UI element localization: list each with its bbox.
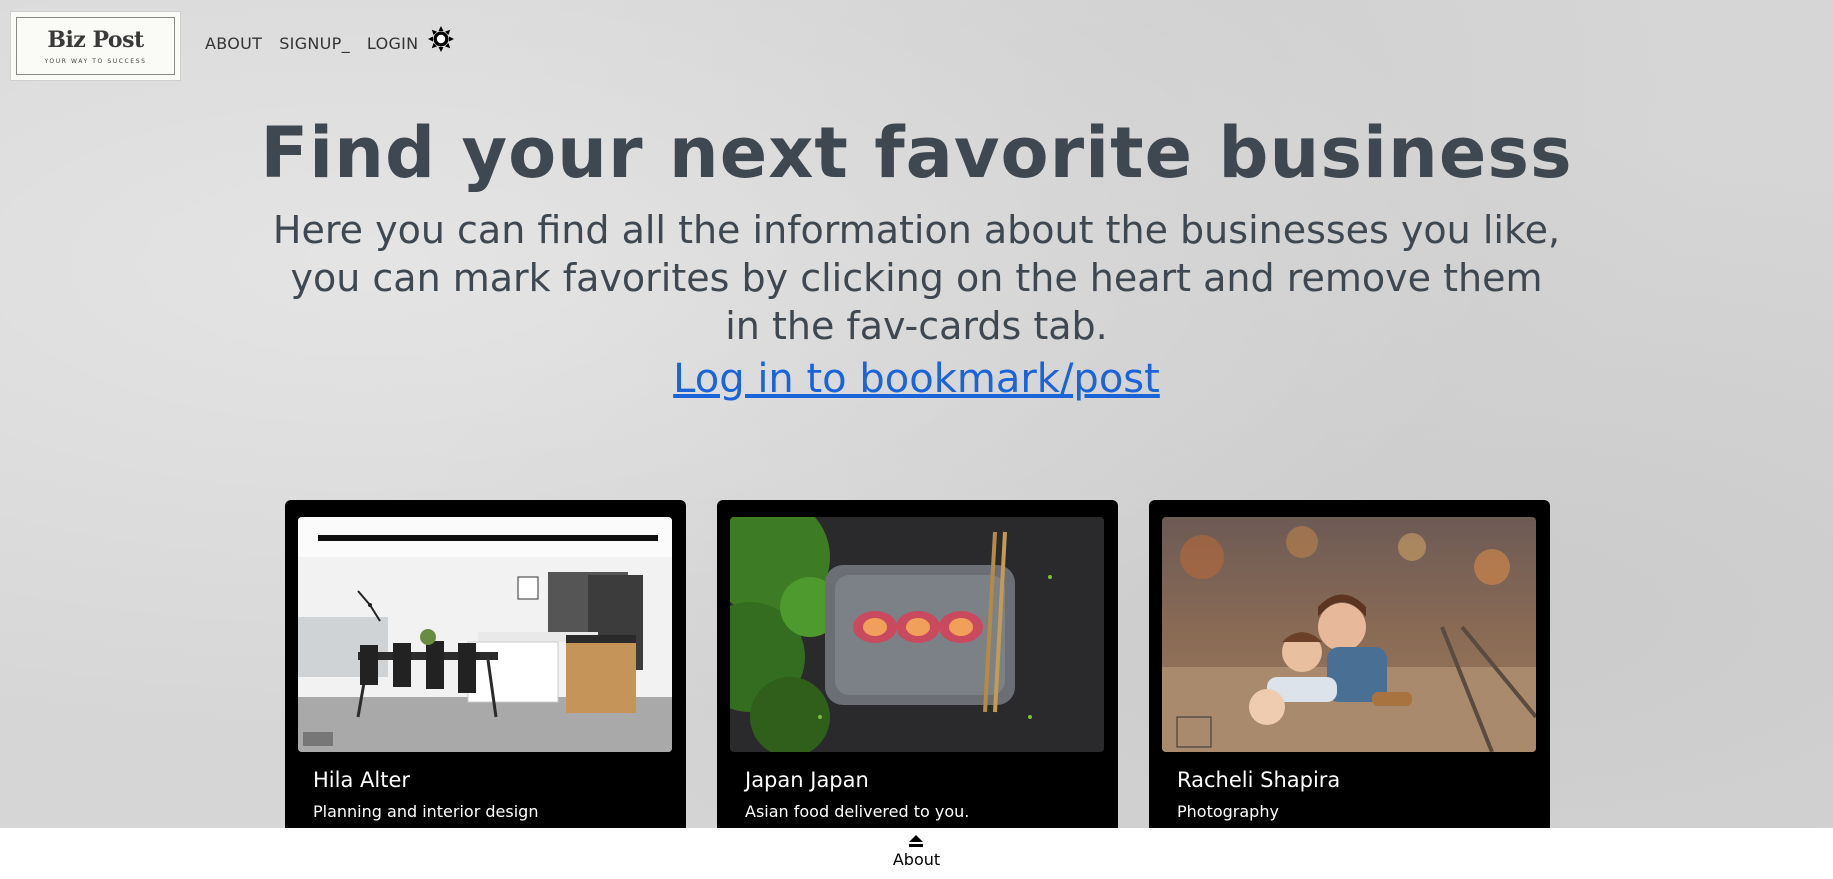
card-title: Hila Alter <box>313 768 410 792</box>
card-title: Japan Japan <box>745 768 869 792</box>
footer-about-link[interactable]: About <box>0 850 1833 869</box>
business-card[interactable]: Racheli Shapira Photography <box>1149 500 1550 840</box>
hero-title: Find your next favorite business <box>260 112 1573 194</box>
nav-link-about[interactable]: ABOUT <box>205 34 262 53</box>
card-subtitle: Asian food delivered to you. <box>745 802 970 821</box>
brand-logo[interactable]: Biz Post YOUR WAY TO SUCCESS <box>10 11 181 81</box>
card-subtitle: Planning and interior design <box>313 802 539 821</box>
navbar: Biz Post YOUR WAY TO SUCCESS ABOUT SIGNU… <box>0 0 1833 90</box>
logo-tagline: YOUR WAY TO SUCCESS <box>44 58 147 65</box>
hero-description: Here you can find all the information ab… <box>272 208 1561 348</box>
eject-icon <box>909 835 923 847</box>
card-image-kitchen <box>298 517 672 752</box>
card-image-sushi <box>730 517 1104 752</box>
footer: About <box>0 828 1833 879</box>
hero-link-container: Log in to bookmark/post <box>0 356 1833 402</box>
login-to-bookmark-link[interactable]: Log in to bookmark/post <box>673 356 1160 402</box>
nav-links: ABOUT SIGNUP_ LOGIN <box>205 34 418 53</box>
business-card[interactable]: Japan Japan Asian food delivered to you. <box>717 500 1118 840</box>
business-card[interactable]: Hila Alter Planning and interior design <box>285 500 686 840</box>
card-title: Racheli Shapira <box>1177 768 1341 792</box>
logo-title: Biz Post <box>47 27 144 53</box>
logo-frame: Biz Post YOUR WAY TO SUCCESS <box>16 17 175 75</box>
nav-link-signup[interactable]: SIGNUP_ <box>279 34 350 53</box>
card-image-children <box>1162 517 1536 752</box>
nav-link-login[interactable]: LOGIN <box>367 34 419 53</box>
theme-toggle-button[interactable] <box>428 26 454 52</box>
card-subtitle: Photography <box>1177 802 1279 821</box>
sun-icon <box>428 26 454 52</box>
